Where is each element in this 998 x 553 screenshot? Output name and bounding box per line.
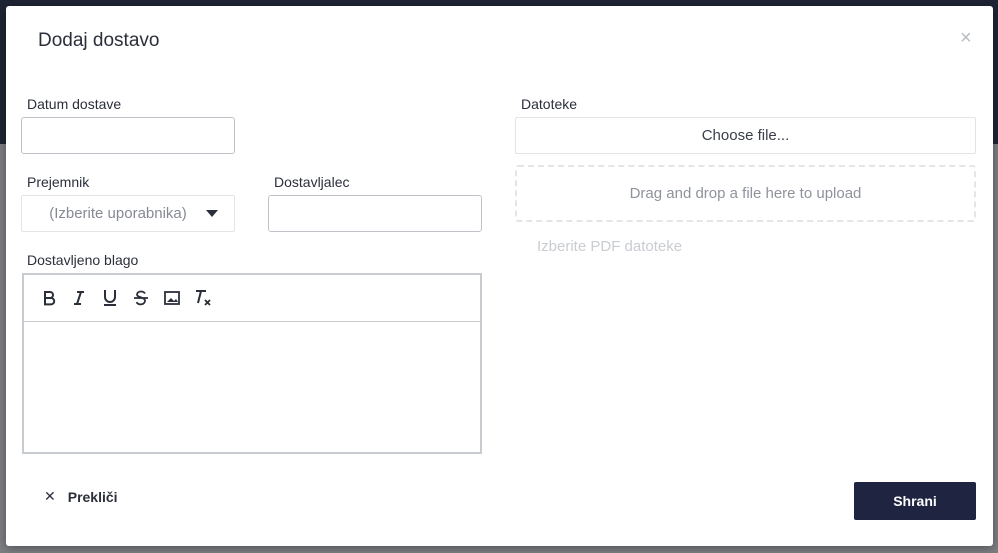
close-icon[interactable]: × [960, 28, 972, 48]
italic-icon[interactable] [68, 287, 90, 309]
save-button[interactable]: Shrani [854, 482, 976, 520]
add-delivery-dialog: Dodaj dostavo × Datum dostave Prejemnik … [6, 6, 993, 546]
editor-toolbar [24, 275, 480, 322]
delivery-date-input[interactable] [21, 117, 235, 154]
choose-file-button[interactable]: Choose file... [515, 117, 976, 154]
pdf-hint-text: Izberite PDF datoteke [537, 238, 683, 255]
delivered-goods-label: Dostavljeno blago [27, 252, 139, 268]
deliverer-label: Dostavljalec [274, 174, 350, 190]
underline-icon[interactable] [99, 287, 121, 309]
chevron-down-icon [206, 210, 218, 217]
rich-text-editor [22, 273, 482, 454]
dropzone-text: Drag and drop a file here to upload [629, 185, 862, 202]
editor-content-area[interactable] [24, 322, 480, 453]
strikethrough-icon[interactable] [130, 287, 152, 309]
cancel-button[interactable]: ✕ Prekliči [44, 488, 118, 505]
cancel-label: Prekliči [67, 488, 118, 505]
recipient-label: Prejemnik [27, 174, 90, 190]
image-icon[interactable] [161, 287, 183, 309]
file-dropzone[interactable]: Drag and drop a file here to upload [515, 165, 976, 222]
dialog-title: Dodaj dostavo [38, 30, 160, 51]
recipient-select[interactable]: (Izberite uporabnika) [21, 195, 235, 232]
clear-format-icon[interactable] [192, 287, 214, 309]
close-icon: ✕ [44, 488, 56, 504]
bold-icon[interactable] [38, 287, 60, 309]
delivery-date-label: Datum dostave [27, 96, 122, 112]
recipient-select-value: (Izberite uporabnika) [49, 205, 187, 222]
deliverer-input[interactable] [268, 195, 482, 232]
files-label: Datoteke [521, 96, 578, 112]
